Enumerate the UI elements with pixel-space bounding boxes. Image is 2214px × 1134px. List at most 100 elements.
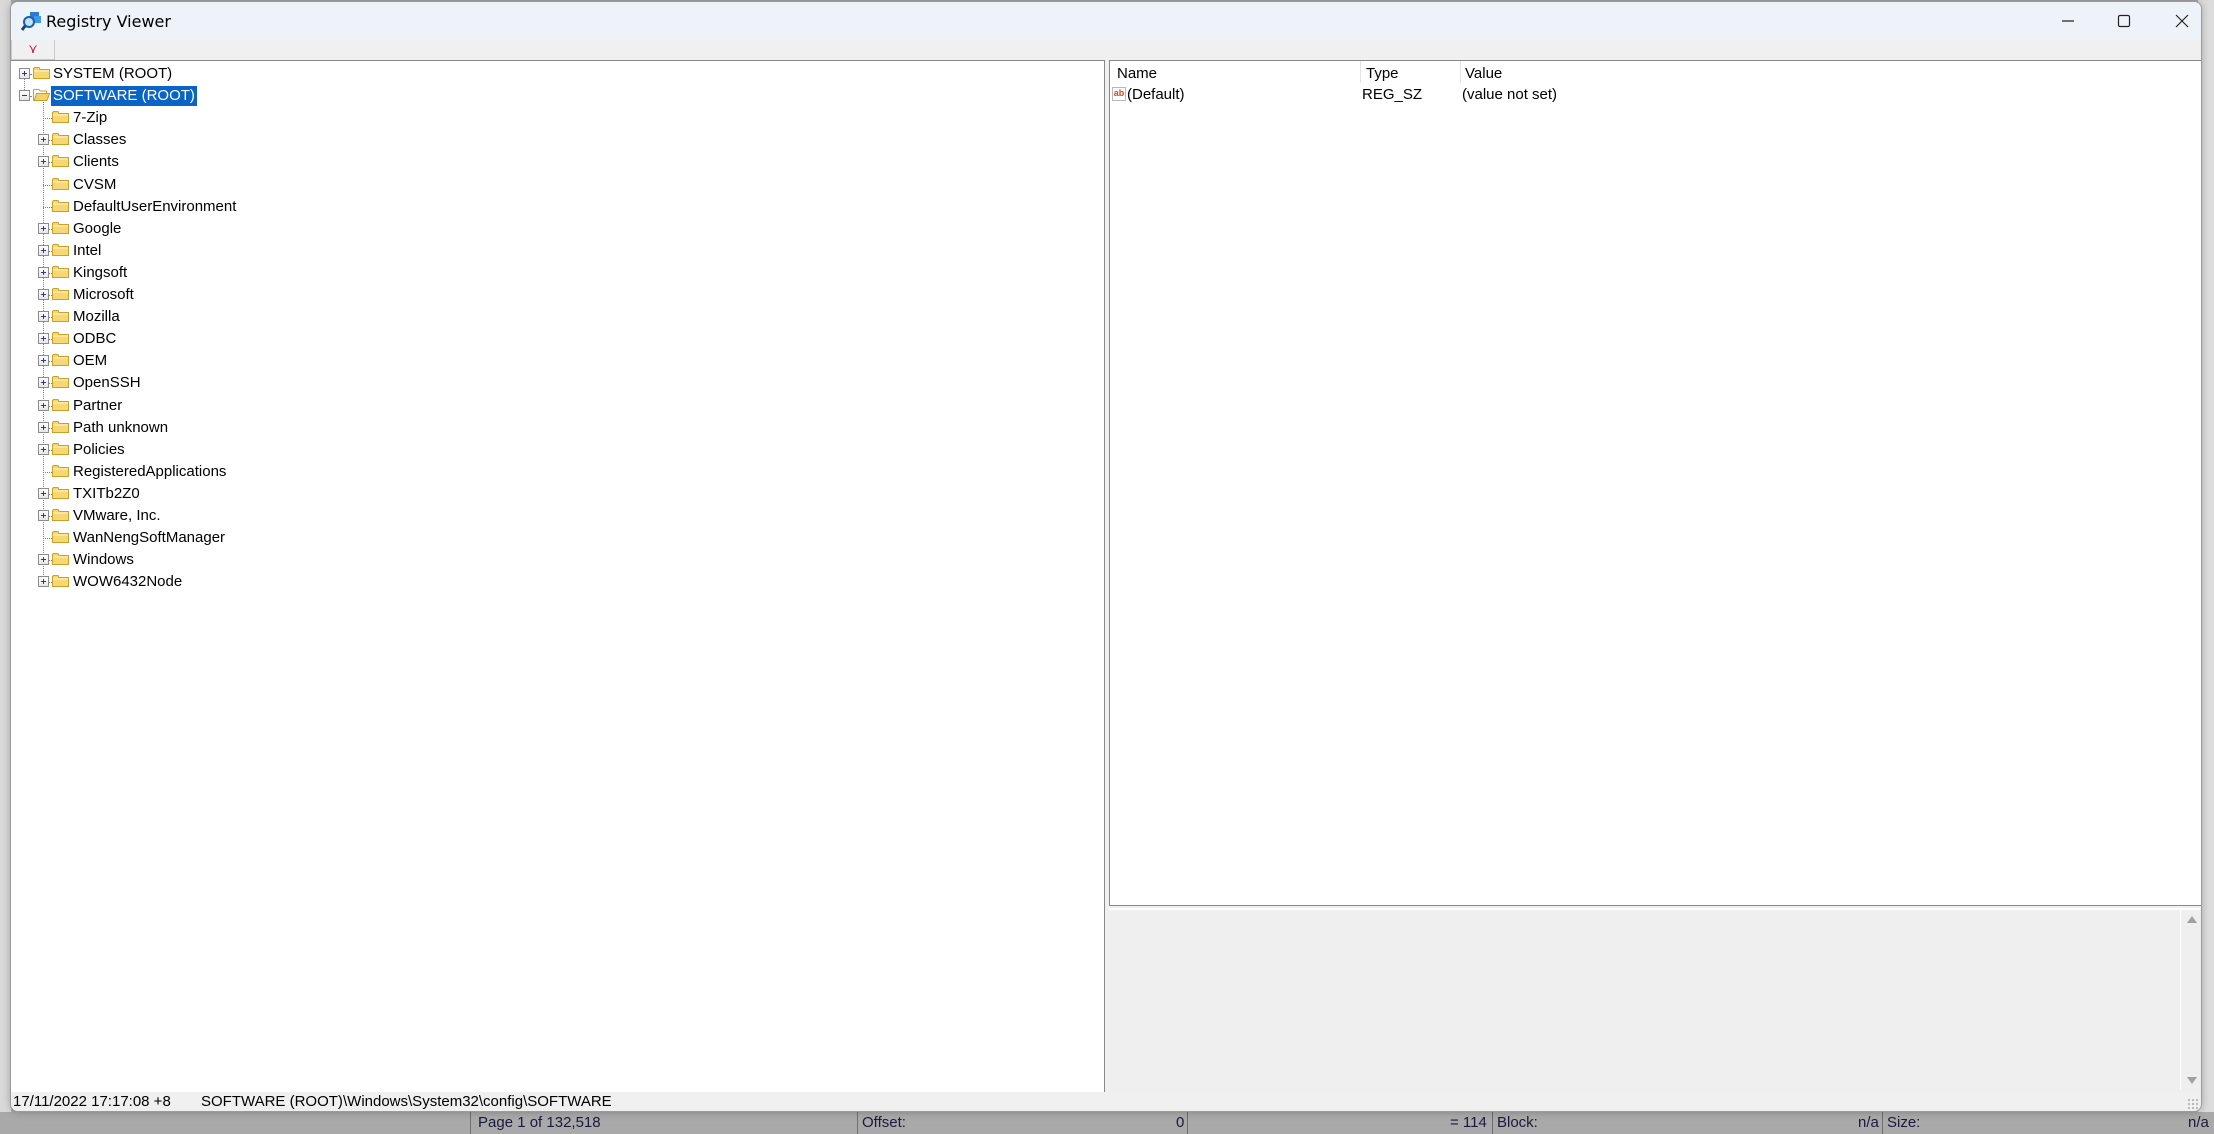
- folder-icon: [52, 110, 69, 124]
- toolbar-dropdown-button[interactable]: ⋎: [11, 40, 55, 60]
- expand-icon[interactable]: [38, 487, 49, 499]
- toolbar: ⋎: [11, 40, 2201, 60]
- folder-icon: [52, 398, 69, 411]
- close-icon: [2175, 14, 2189, 28]
- tree-item[interactable]: Microsoft: [11, 284, 411, 306]
- resize-grip[interactable]: [2187, 1098, 2199, 1110]
- expand-icon[interactable]: [19, 68, 30, 79]
- tree-item-label: Google: [73, 219, 122, 237]
- folder-icon: [52, 442, 69, 455]
- tree-item[interactable]: Kingsoft: [11, 262, 411, 284]
- tree-item[interactable]: Windows: [11, 549, 411, 571]
- expand-icon[interactable]: [38, 399, 49, 411]
- tree-item-label: Microsoft: [73, 286, 134, 303]
- column-header-value[interactable]: Value: [1465, 63, 1502, 85]
- tree-item-label: OEM: [73, 352, 108, 370]
- expand-icon[interactable]: [38, 134, 49, 146]
- bg-block-label: Block:: [1497, 1114, 1538, 1131]
- folder-open-icon: [33, 88, 50, 102]
- tree-item[interactable]: WanNengSoftManager: [11, 527, 411, 549]
- tree-item-root[interactable]: SOFTWARE (ROOT): [11, 85, 411, 107]
- tree-item[interactable]: Clients: [11, 151, 411, 173]
- minimize-button[interactable]: [2039, 2, 2097, 40]
- scroll-up-arrow-icon[interactable]: [2187, 916, 2197, 923]
- tree-item-label: ODBC: [73, 330, 117, 348]
- expand-icon[interactable]: [38, 244, 49, 256]
- folder-icon: [52, 243, 69, 256]
- separator: [857, 1112, 858, 1134]
- folder-icon: [33, 66, 50, 79]
- title-bar[interactable]: Registry Viewer: [11, 2, 2201, 40]
- folder-icon: [52, 574, 69, 588]
- expand-icon[interactable]: [38, 289, 49, 300]
- tree-item[interactable]: ODBC: [11, 328, 411, 350]
- bg-offset-value: 0: [1176, 1114, 1185, 1131]
- folder-icon: [52, 508, 69, 521]
- tree-item[interactable]: WOW6432Node: [11, 571, 411, 593]
- expand-icon[interactable]: [38, 510, 49, 521]
- tree-item[interactable]: OpenSSH: [11, 372, 411, 394]
- value-data: (value not set): [1462, 86, 1558, 103]
- tree-item[interactable]: VMware, Inc.: [11, 505, 411, 527]
- tree-item[interactable]: Policies: [11, 439, 411, 461]
- tree-item[interactable]: CVSM: [11, 174, 411, 196]
- column-separator[interactable]: [1460, 61, 1461, 83]
- tree-item[interactable]: Path unknown: [11, 417, 411, 439]
- expand-icon[interactable]: [38, 554, 49, 566]
- expand-icon[interactable]: [38, 266, 49, 278]
- tree-item-label: SOFTWARE (ROOT): [51, 86, 197, 107]
- expand-icon[interactable]: [38, 355, 49, 367]
- registry-values-list[interactable]: Name Type Value ab (Default) REG_SZ (valu…: [1109, 60, 2201, 906]
- tree-item[interactable]: OEM: [11, 350, 411, 372]
- tree-item[interactable]: DefaultUserEnvironment: [11, 196, 411, 218]
- expand-icon[interactable]: [38, 377, 49, 389]
- separator: [1187, 1112, 1188, 1134]
- registry-viewer-window: Registry Viewer ⋎ SYSTEM (ROOT) SOFTWARE …: [10, 1, 2202, 1112]
- tree-item[interactable]: Intel: [11, 240, 411, 262]
- value-data-pane[interactable]: [1109, 908, 2201, 1092]
- bg-offset-label: Offset:: [862, 1114, 906, 1131]
- tree-item-label: Classes: [73, 131, 127, 149]
- column-header-type[interactable]: Type: [1366, 63, 1399, 85]
- tree-item[interactable]: RegisteredApplications: [11, 461, 411, 483]
- folder-icon: [52, 375, 69, 389]
- folder-icon: [52, 309, 69, 323]
- column-separator[interactable]: [1360, 61, 1361, 83]
- expand-icon[interactable]: [38, 333, 49, 345]
- folder-icon: [52, 420, 69, 433]
- status-timestamp: 17/11/2022 17:17:08 +8: [13, 1093, 171, 1110]
- folder-icon: [52, 353, 69, 367]
- tree-item-label: Windows: [73, 551, 134, 569]
- expand-icon[interactable]: [38, 576, 49, 588]
- minimize-icon: [2062, 20, 2074, 22]
- string-value-icon: ab: [1112, 87, 1126, 102]
- tree-item-label: Intel: [73, 241, 102, 259]
- collapse-icon[interactable]: [19, 90, 30, 102]
- close-button[interactable]: [2153, 2, 2201, 40]
- registry-key-tree[interactable]: SYSTEM (ROOT) SOFTWARE (ROOT) 7-Zip Classes…: [11, 60, 1105, 1092]
- status-path: \Windows\System32\config\SOFTWARE: [343, 1093, 612, 1110]
- expand-icon[interactable]: [38, 421, 49, 433]
- expand-icon[interactable]: [38, 311, 49, 323]
- expand-icon[interactable]: [38, 222, 49, 234]
- tree-item[interactable]: TXITb2Z0: [11, 483, 411, 505]
- folder-icon: [52, 199, 69, 212]
- folder-icon: [52, 132, 69, 146]
- data-pane-scrollbar[interactable]: [2180, 910, 2201, 1090]
- maximize-button[interactable]: [2095, 2, 2153, 40]
- tree-item[interactable]: Partner: [11, 395, 411, 417]
- scroll-down-arrow-icon[interactable]: [2187, 1077, 2197, 1084]
- expand-icon[interactable]: [38, 156, 49, 168]
- tree-item[interactable]: Classes: [11, 129, 411, 151]
- tree-item-label: OpenSSH: [73, 374, 141, 392]
- expand-icon[interactable]: [38, 443, 49, 455]
- tree-item-label: Mozilla: [73, 308, 120, 326]
- folder-icon: [52, 486, 69, 499]
- tree-item[interactable]: Mozilla: [11, 306, 411, 328]
- tree-item[interactable]: 7-Zip: [11, 107, 411, 129]
- tree-item-root[interactable]: SYSTEM (ROOT): [11, 63, 411, 85]
- column-header-name[interactable]: Name: [1117, 63, 1157, 85]
- tree-item-label: Clients: [73, 153, 119, 171]
- tree-item[interactable]: Google: [11, 218, 411, 240]
- separator: [1882, 1112, 1883, 1134]
